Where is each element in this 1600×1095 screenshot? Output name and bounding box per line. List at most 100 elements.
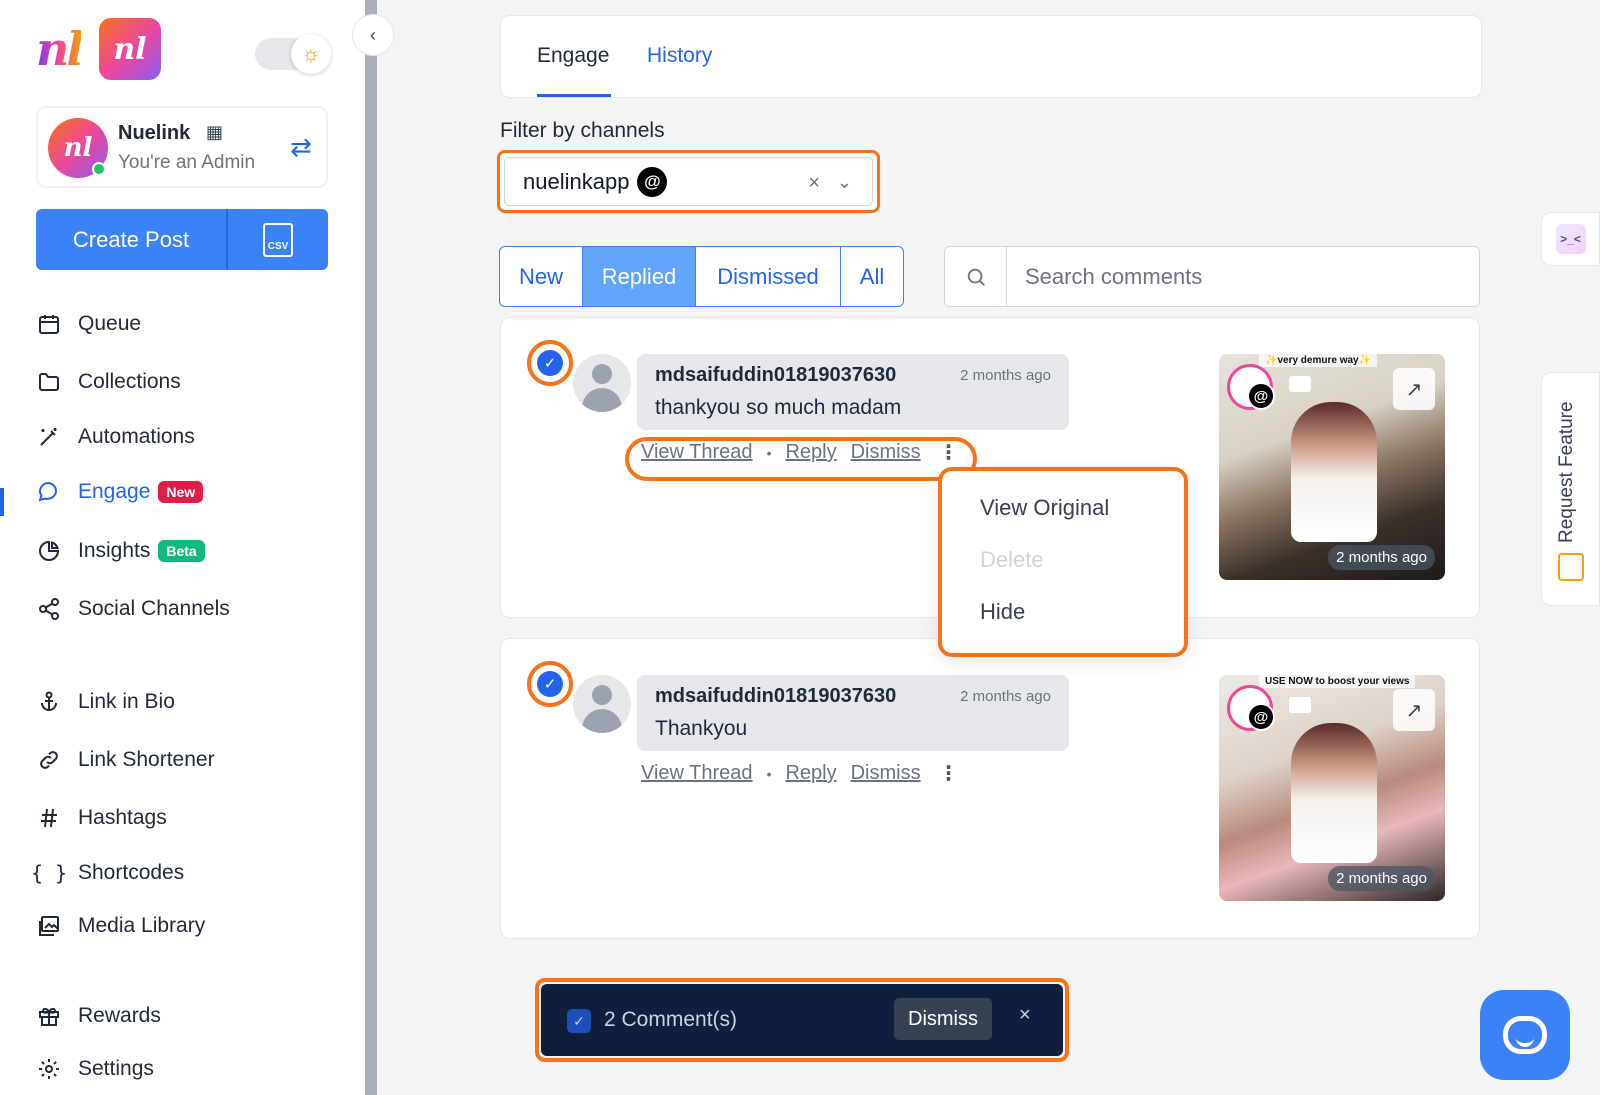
share-icon: [36, 596, 62, 622]
nav-label: Automations: [78, 425, 195, 448]
menu-hide[interactable]: Hide: [980, 599, 1025, 625]
nav-label: Rewards: [78, 1004, 161, 1027]
anchor-icon: [36, 689, 62, 715]
nav-item-rewards[interactable]: Rewards: [36, 1003, 161, 1029]
more-options-icon[interactable]: ⋮: [935, 761, 963, 786]
account-switcher[interactable]: nl Nuelink ▦ You're an Admin ⇄: [36, 106, 328, 188]
comment-time: 2 months ago: [960, 688, 1051, 705]
nav-label: Settings: [78, 1057, 154, 1080]
active-nav-indicator: [0, 488, 4, 516]
bulk-action-bar: ✓ 2 Comment(s) Dismiss ×: [541, 984, 1063, 1056]
nuelink-app-logo[interactable]: nl: [98, 18, 161, 80]
bulk-select-checkbox[interactable]: ✓: [567, 1009, 591, 1033]
reply-link[interactable]: Reply: [785, 441, 836, 464]
create-post-group: Create Post CSV: [36, 209, 328, 270]
images-icon: [36, 913, 62, 939]
comment-actions: View Thread • Reply Dismiss ⋮: [641, 440, 963, 465]
dismiss-link[interactable]: Dismiss: [851, 762, 921, 785]
nav-label: Shortcodes: [78, 861, 185, 884]
selected-count: 2 Comment(s): [604, 1008, 738, 1031]
online-indicator: [92, 162, 106, 176]
switch-account-icon[interactable]: ⇄: [290, 132, 312, 163]
search-box: [944, 246, 1480, 307]
thumbnail-image: [1291, 723, 1377, 863]
post-age-badge: 2 months ago: [1328, 866, 1435, 891]
tab-history[interactable]: History: [647, 44, 712, 68]
nav-label: Media Library: [78, 914, 206, 937]
clear-icon[interactable]: ×: [808, 172, 820, 195]
comment-actions: View Thread • Reply Dismiss ⋮: [641, 761, 963, 786]
active-tab-underline: [537, 94, 611, 97]
sidebar-scrollbar[interactable]: [365, 0, 377, 1095]
chevron-down-icon[interactable]: ⌄: [837, 172, 852, 193]
menu-view-original[interactable]: View Original: [980, 495, 1109, 521]
channel-filter-inner: nuelinkapp @ × ⌄: [504, 157, 873, 206]
user-avatar: [573, 675, 631, 733]
create-post-button[interactable]: Create Post: [36, 209, 226, 270]
more-options-icon[interactable]: ⋮: [935, 440, 963, 465]
comment-checkbox[interactable]: ✓: [527, 340, 573, 386]
beta-badge: Beta: [158, 540, 205, 562]
external-link-icon[interactable]: ↗: [1393, 368, 1435, 410]
gear-icon: [36, 1056, 62, 1082]
menu-delete: Delete: [980, 547, 1044, 572]
filter-replied-button[interactable]: Replied: [583, 247, 696, 306]
external-link-icon[interactable]: ↗: [1393, 689, 1435, 731]
nav-item-hashtags[interactable]: Hashtags: [36, 805, 167, 831]
comment-checkbox[interactable]: ✓: [527, 661, 573, 707]
comment-username: mdsaifuddin01819037630: [655, 364, 897, 386]
nav-item-collections[interactable]: Collections: [36, 369, 181, 395]
view-thread-link[interactable]: View Thread: [641, 762, 753, 785]
comment-time: 2 months ago: [960, 367, 1051, 384]
channel-filter-select[interactable]: nuelinkapp @ × ⌄: [497, 150, 880, 213]
reply-link[interactable]: Reply: [785, 762, 836, 785]
status-filter-group: New Replied Dismissed All: [499, 246, 904, 307]
selected-channel: nuelinkapp: [523, 168, 630, 194]
nav-item-link-in-bio[interactable]: Link in Bio: [36, 689, 175, 715]
expand-icon: >_<: [1555, 224, 1586, 254]
nav-item-social-channels[interactable]: Social Channels: [36, 596, 230, 622]
check-icon: ✓: [537, 350, 563, 376]
folder-icon: [36, 369, 62, 395]
request-feature-label: Request Feature: [1556, 401, 1577, 543]
side-widget-tab[interactable]: >_<: [1541, 212, 1600, 266]
nav-item-engage[interactable]: Engage New: [36, 479, 204, 505]
nav-item-automations[interactable]: Automations: [36, 424, 195, 450]
thumbnail-caption: USE NOW to boost your views: [1259, 675, 1416, 688]
post-thumbnail[interactable]: USE NOW to boost your views @ ↗ 2 months…: [1219, 675, 1445, 901]
comment-bubble: mdsaifuddin01819037630 2 months ago than…: [637, 354, 1069, 430]
nav-item-shortcodes[interactable]: { } Shortcodes: [31, 860, 185, 886]
nav-label: Link Shortener: [78, 748, 215, 771]
nav-item-queue[interactable]: Queue: [36, 311, 141, 337]
tab-engage[interactable]: Engage: [537, 44, 609, 68]
dismiss-link[interactable]: Dismiss: [851, 441, 921, 464]
filter-dismissed-button[interactable]: Dismissed: [696, 247, 841, 306]
nav-item-insights[interactable]: Insights Beta: [36, 538, 205, 564]
nav-item-link-shortener[interactable]: Link Shortener: [36, 747, 215, 773]
request-feature-tab[interactable]: Request Feature: [1541, 372, 1600, 606]
comment-options-menu: View Original Delete Hide: [938, 467, 1188, 657]
theme-toggle[interactable]: ☼: [255, 34, 331, 74]
account-name: Nuelink: [118, 122, 191, 144]
brand: nl nl: [36, 18, 161, 80]
csv-upload-button[interactable]: CSV: [226, 209, 328, 270]
nav-item-settings[interactable]: Settings: [36, 1056, 154, 1082]
sun-icon: ☼: [291, 34, 331, 74]
nav-item-media-library[interactable]: Media Library: [36, 913, 205, 939]
gift-icon: [36, 1003, 62, 1029]
support-chat-button[interactable]: [1480, 990, 1570, 1080]
collapse-sidebar-button[interactable]: ‹: [352, 14, 394, 56]
video-icon: [1289, 376, 1311, 392]
search-input[interactable]: [1007, 247, 1479, 306]
chat-bubble-icon: [36, 479, 62, 505]
view-thread-link[interactable]: View Thread: [641, 441, 753, 464]
threads-icon: @: [1247, 382, 1275, 410]
nav-label: Social Channels: [78, 597, 230, 620]
filter-new-button[interactable]: New: [500, 247, 583, 306]
magic-wand-icon: [36, 424, 62, 450]
filter-all-button[interactable]: All: [841, 247, 903, 306]
close-icon[interactable]: ×: [1019, 1004, 1031, 1027]
thumbnail-image: [1291, 402, 1377, 542]
bulk-dismiss-button[interactable]: Dismiss: [894, 998, 992, 1040]
post-thumbnail[interactable]: ✨very demure way✨ @ ↗ 2 months ago: [1219, 354, 1445, 580]
